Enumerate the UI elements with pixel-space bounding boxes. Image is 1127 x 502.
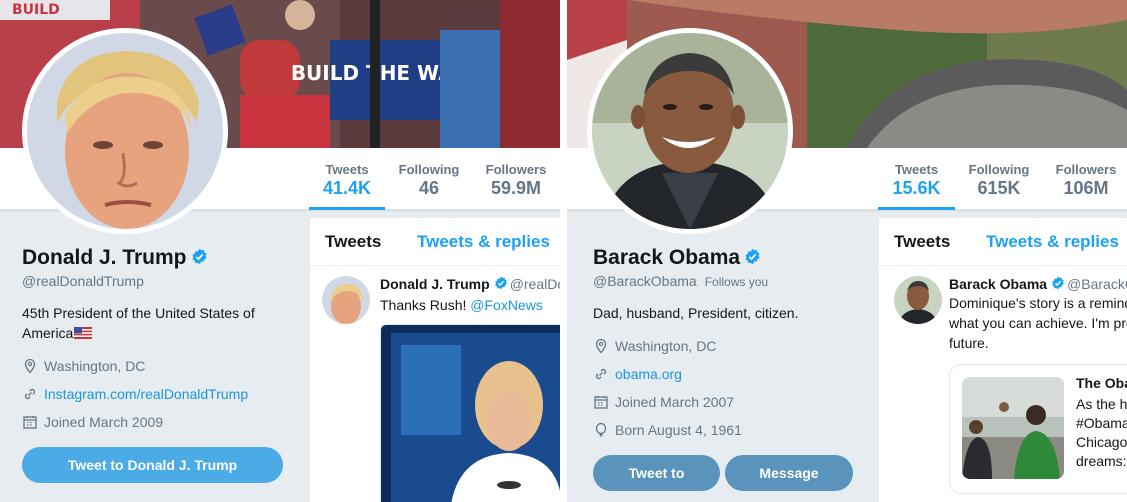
banner-sign-small-text: BUILD — [12, 2, 60, 18]
tweet-mention-link[interactable]: @FoxNews — [470, 297, 543, 313]
obama-born-text: Born August 4, 1961 — [615, 422, 742, 438]
location-pin-icon — [595, 338, 607, 354]
stat-following-label: Following — [398, 162, 460, 177]
stat-tweets[interactable]: Tweets 41.4K — [309, 148, 385, 210]
follows-you-badge: Follows you — [704, 275, 769, 289]
tweet-to-trump-button[interactable]: Tweet to Donald J. Trump — [22, 447, 283, 483]
verified-badge-icon — [1052, 276, 1064, 290]
trump-handle[interactable]: @realDonaldTrump — [22, 273, 144, 289]
verified-badge-icon — [192, 248, 207, 265]
trump-joined: Joined March 2009 — [22, 414, 163, 430]
tweet-to-obama-button[interactable]: Tweet to — [593, 455, 720, 491]
card-line: dreams: — [1076, 453, 1127, 469]
trump-bio: 45th President of the United States of A… — [22, 303, 292, 343]
verified-badge-icon — [494, 276, 507, 290]
balloon-icon — [595, 422, 607, 437]
trump-location: Washington, DC — [22, 358, 145, 374]
trump-display-name[interactable]: Donald J. Trump — [22, 246, 208, 270]
trump-profile-panel: BUILD BUILD THE WALL Tweets 41.4K Follow… — [0, 0, 560, 502]
trump-timeline-tabs: Tweets Tweets & replies — [310, 218, 560, 266]
stat-tweets-value: 15.6K — [892, 178, 941, 198]
obama-handle-row: @BarackObama Follows you — [593, 273, 768, 289]
link-icon — [595, 368, 607, 380]
card-line: Chicago — [1076, 434, 1127, 450]
link-preview-card[interactable]: The Oba As the h #Obama Chicago dreams: — [949, 364, 1127, 494]
trump-avatar[interactable] — [22, 28, 228, 234]
stat-followers-label: Followers — [1055, 162, 1117, 177]
tab-tweets[interactable]: Tweets — [894, 232, 950, 252]
panel-divider — [560, 0, 567, 502]
obama-timeline: Tweets Tweets & replies Barack Obama @Bar… — [878, 218, 1127, 502]
link-preview-description: As the h #Obama Chicago dreams: — [1076, 395, 1127, 471]
tweet-author-avatar[interactable] — [894, 276, 942, 324]
stat-following[interactable]: Following 615K — [963, 148, 1035, 210]
tweet-header: Donald J. Trump @realDo — [380, 276, 560, 292]
verified-badge-icon — [745, 248, 760, 265]
card-line: As the h — [1076, 396, 1127, 412]
link-preview-image — [962, 377, 1064, 479]
obama-handle[interactable]: @BarackObama — [593, 273, 697, 289]
obama-avatar[interactable] — [587, 28, 793, 234]
tweet-text: Thanks Rush! @FoxNews — [380, 295, 560, 315]
trump-name-text: Donald J. Trump — [22, 246, 187, 269]
trump-website-link[interactable]: Instagram.com/realDonaldTrump — [44, 386, 248, 402]
stat-following-value: 46 — [418, 178, 440, 198]
link-icon — [24, 388, 36, 400]
tweet-header: Barack Obama @BarackO — [949, 276, 1127, 292]
tab-tweets-replies[interactable]: Tweets & replies — [986, 232, 1119, 252]
stat-following-value: 615K — [977, 178, 1021, 198]
trump-joined-text: Joined March 2009 — [44, 414, 164, 430]
us-flag-icon — [74, 327, 93, 339]
obama-display-name[interactable]: Barack Obama — [593, 246, 761, 270]
stat-tweets-label: Tweets — [325, 162, 369, 177]
stat-followers-value: 106M — [1063, 178, 1109, 198]
stat-tweets-value: 41.4K — [322, 178, 372, 198]
tweet-author-avatar[interactable] — [322, 276, 370, 324]
trump-bio-text: 45th President of the United States of A… — [22, 305, 255, 341]
calendar-icon — [23, 416, 37, 429]
stat-followers[interactable]: Followers 59.9M — [474, 148, 558, 210]
tweet-author-handle[interactable]: @BarackO — [1067, 276, 1127, 292]
message-button[interactable]: Message — [725, 455, 853, 491]
tweet-text: Dominique's story is a remind what you c… — [949, 293, 1127, 353]
stat-tweets[interactable]: Tweets 15.6K — [878, 148, 955, 210]
stat-following-label: Following — [968, 162, 1030, 177]
obama-location-text: Washington, DC — [615, 338, 717, 354]
tweet-text-line: future. — [949, 335, 989, 351]
tweet-author-name[interactable]: Donald J. Trump — [380, 276, 490, 292]
obama-profile-panel: Tweets 15.6K Following 615K Followers 10… — [567, 0, 1127, 502]
obama-born: Born August 4, 1961 — [593, 422, 742, 438]
tweet-text-body: Thanks Rush! — [380, 297, 467, 313]
card-line: #Obama — [1076, 415, 1127, 431]
obama-timeline-tabs: Tweets Tweets & replies — [879, 218, 1127, 266]
location-pin-icon — [24, 358, 36, 374]
obama-joined-text: Joined March 2007 — [615, 394, 735, 410]
stat-followers-value: 59.9M — [490, 178, 542, 198]
tab-tweets[interactable]: Tweets — [325, 232, 381, 252]
trump-website: Instagram.com/realDonaldTrump — [22, 386, 248, 402]
tweet-text-line: what you can achieve. I'm pro — [949, 315, 1127, 331]
obama-website: obama.org — [593, 366, 682, 382]
tweet-text-line: Dominique's story is a remind — [949, 295, 1127, 311]
stat-following[interactable]: Following 46 — [392, 148, 466, 210]
tweet-media-image[interactable] — [380, 324, 560, 502]
stat-followers[interactable]: Followers 106M — [1047, 148, 1125, 210]
calendar-icon — [594, 396, 608, 409]
link-preview-title: The Oba — [1076, 375, 1127, 391]
obama-website-link[interactable]: obama.org — [615, 366, 682, 382]
trump-location-text: Washington, DC — [44, 358, 146, 374]
stat-followers-label: Followers — [485, 162, 547, 177]
tab-tweets-replies[interactable]: Tweets & replies — [417, 232, 550, 252]
obama-name-text: Barack Obama — [593, 246, 741, 269]
obama-bio: Dad, husband, President, citizen. — [593, 305, 799, 321]
obama-joined: Joined March 2007 — [593, 394, 734, 410]
tweet-author-handle[interactable]: @realDo — [510, 276, 560, 292]
obama-location: Washington, DC — [593, 338, 716, 354]
stat-tweets-label: Tweets — [894, 162, 939, 177]
trump-timeline: Tweets Tweets & replies Donald J. Trump @… — [309, 218, 560, 502]
tweet-author-name[interactable]: Barack Obama — [949, 276, 1047, 292]
